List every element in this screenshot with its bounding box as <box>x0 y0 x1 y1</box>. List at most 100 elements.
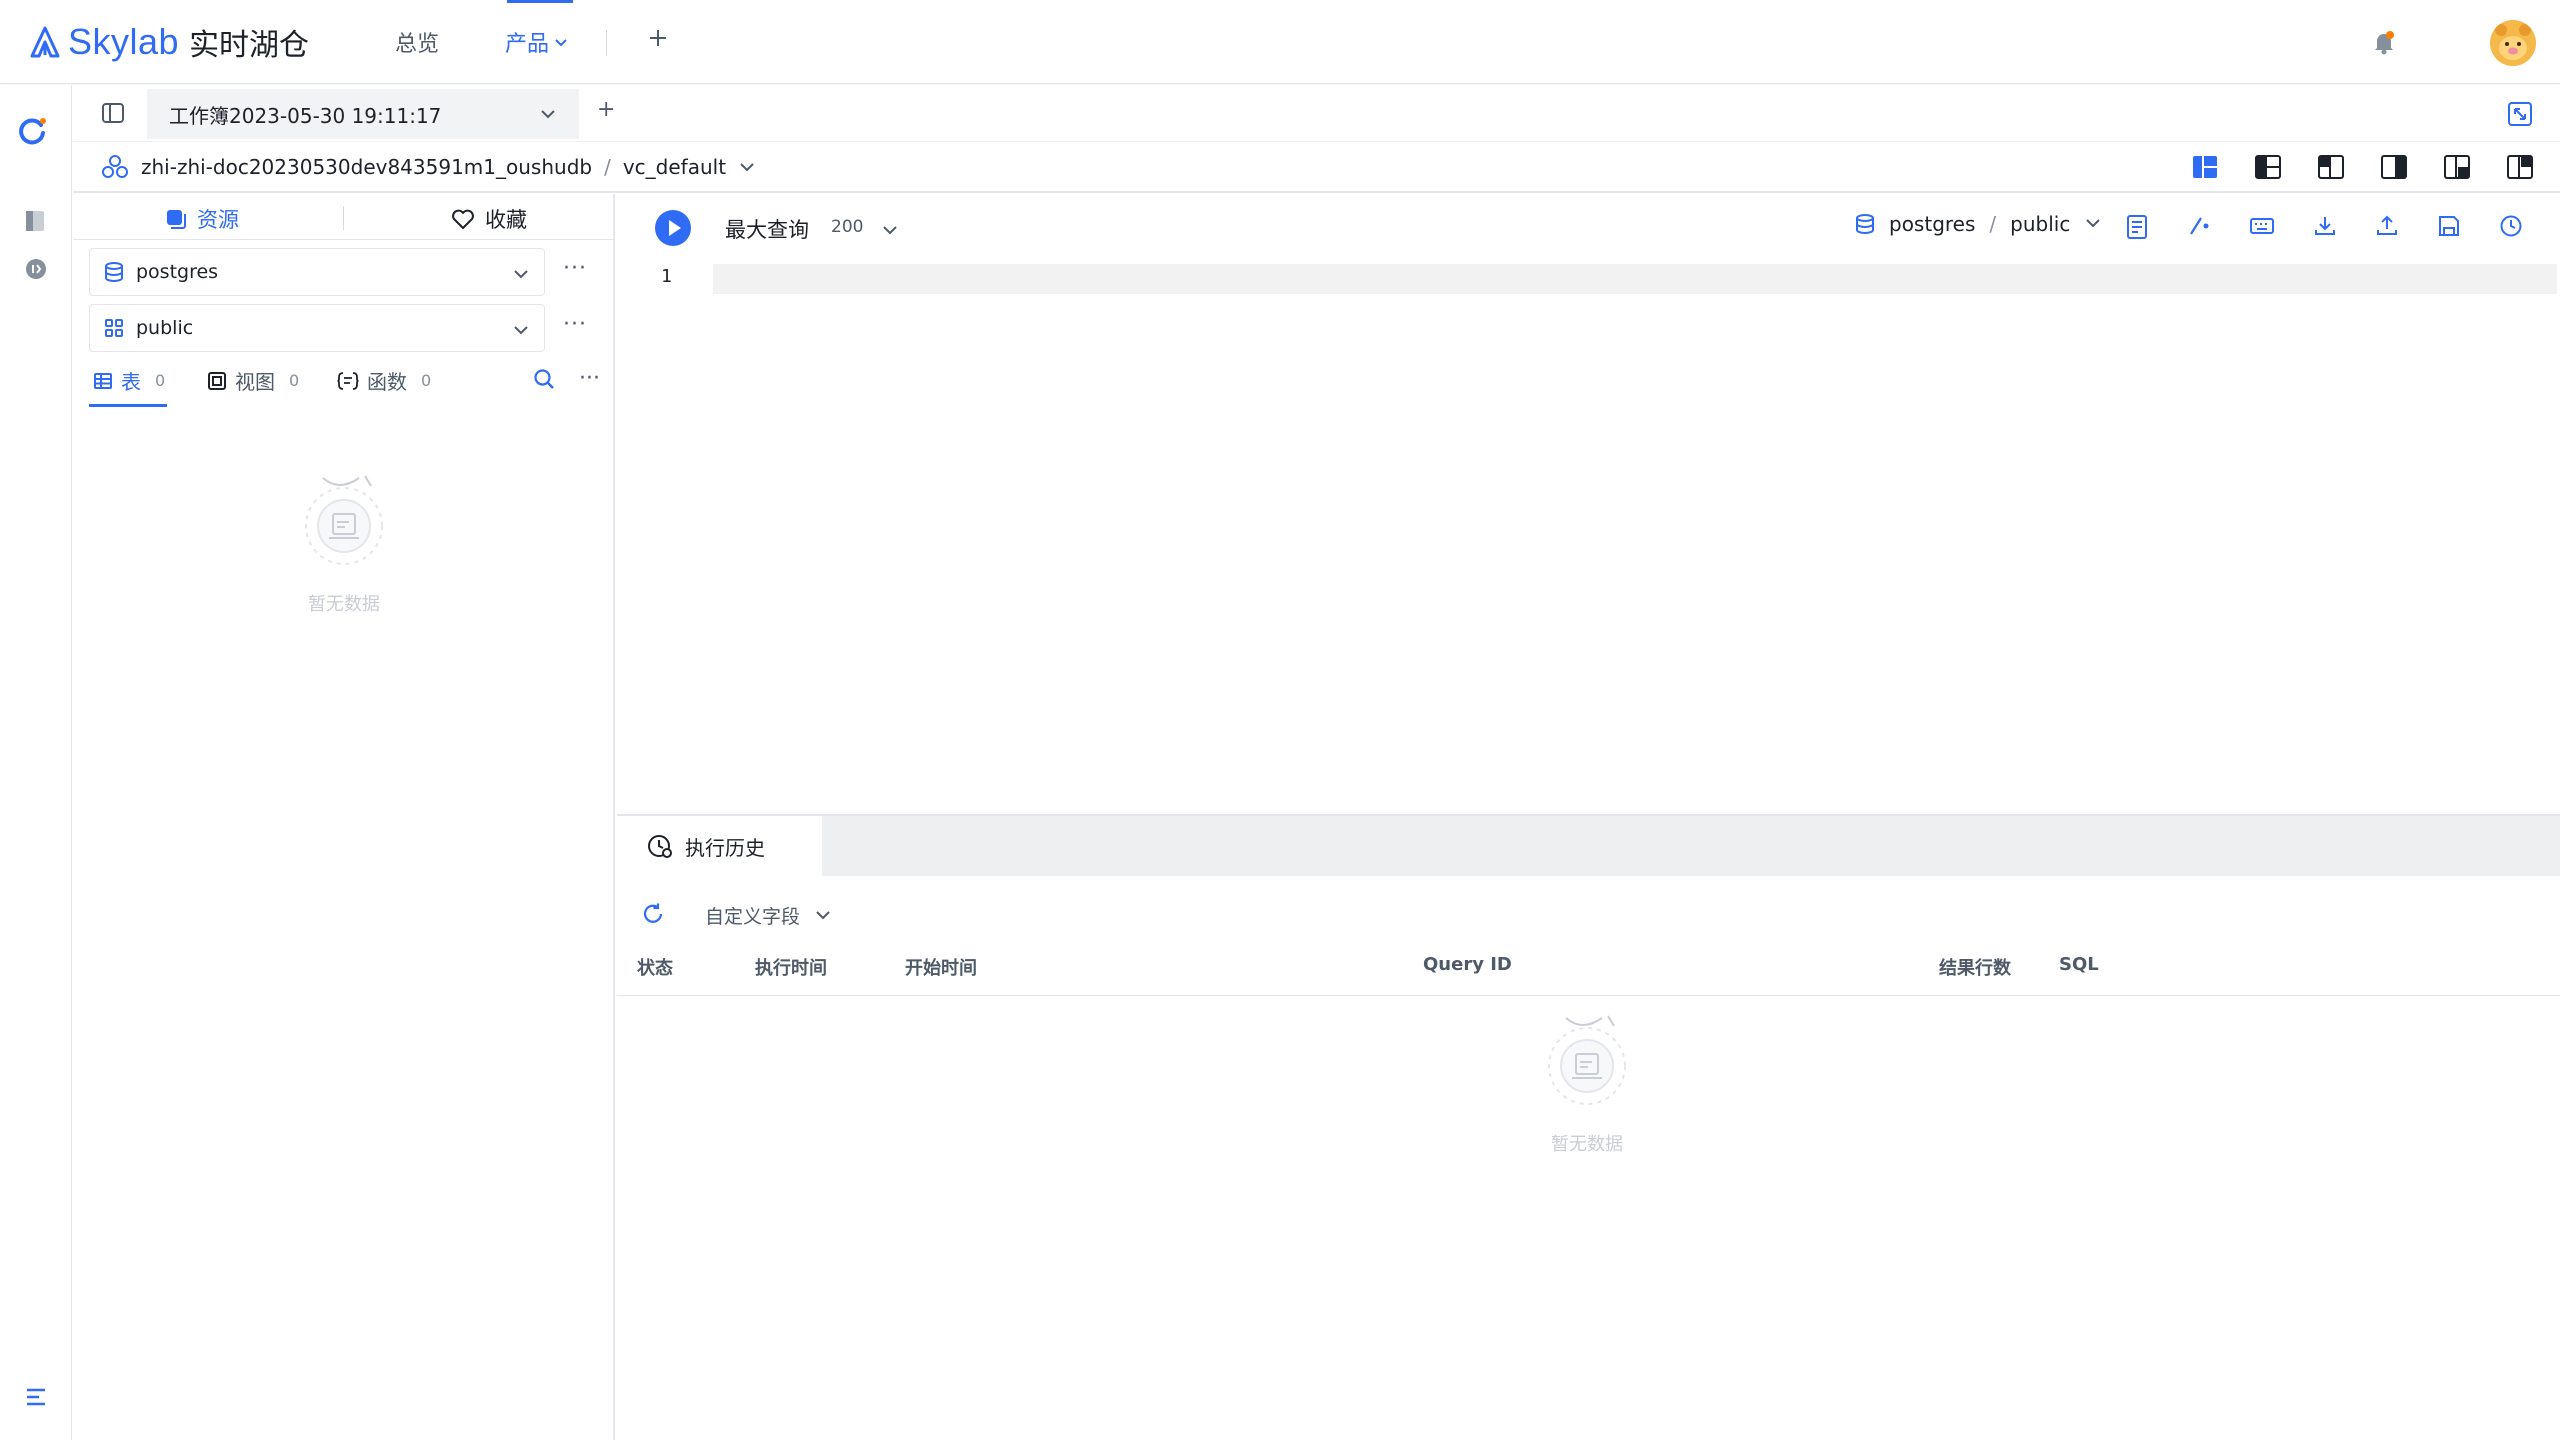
database-more-button[interactable]: ··· <box>563 256 587 281</box>
layout-2-icon[interactable] <box>2254 154 2282 180</box>
column-sql[interactable]: SQL <box>2059 954 2099 975</box>
layout-switcher <box>2191 154 2534 180</box>
history-badge-icon <box>26 259 46 279</box>
breadcrumb-separator: / <box>604 155 611 179</box>
resources-icon <box>167 210 186 229</box>
notification-button[interactable] <box>2370 28 2398 56</box>
expand-icon <box>2508 102 2532 126</box>
play-icon <box>669 220 681 236</box>
nav-products-label: 产品 <box>505 32 550 57</box>
nav-products[interactable]: 产品 <box>505 26 569 58</box>
tab-tables-count: 0 <box>155 371 166 390</box>
empty-box-icon <box>305 475 383 565</box>
workbook-tab-bar: 工作簿2023-05-30 19:11:17 + <box>73 85 2560 142</box>
run-query-button[interactable] <box>655 210 691 246</box>
tab-execution-history-label: 执行历史 <box>685 835 765 860</box>
database-select[interactable]: postgres <box>89 248 545 296</box>
tab-views[interactable]: 视图 0 <box>207 366 299 395</box>
layout-5-icon[interactable] <box>2443 154 2471 180</box>
clock-icon[interactable] <box>2499 214 2523 238</box>
workbook-tab[interactable]: 工作簿2023-05-30 19:11:17 <box>147 89 579 139</box>
max-query-dropdown[interactable] <box>881 222 899 240</box>
tab-tables[interactable]: 表 0 <box>93 366 165 395</box>
context-database: postgres <box>1889 212 1976 236</box>
heart-icon <box>452 209 474 229</box>
layout-6-icon[interactable] <box>2506 154 2534 180</box>
sql-editor-area: 最大查询 200 postgres / public 1 <box>617 194 2560 814</box>
context-schema: public <box>2010 212 2071 236</box>
chevron-down-icon <box>555 39 567 47</box>
brand-name: Skylab <box>68 21 180 62</box>
code-editor-line[interactable] <box>713 264 2557 294</box>
upload-icon[interactable] <box>2375 214 2399 238</box>
refresh-icon <box>643 903 663 923</box>
layout-3-icon[interactable] <box>2317 154 2345 180</box>
tab-divider <box>343 206 344 230</box>
tab-functions-label: 函数 <box>367 370 407 394</box>
breadcrumb-vc[interactable]: vc_default <box>623 155 726 179</box>
refresh-history-button[interactable] <box>641 902 665 926</box>
editor-context-selector[interactable]: postgres / public <box>1855 212 2102 236</box>
column-start-time[interactable]: 开始时间 <box>905 954 977 980</box>
rail-menu-button[interactable] <box>24 1385 48 1409</box>
max-query-value[interactable]: 200 <box>831 217 863 237</box>
tab-favorites[interactable]: 收藏 <box>451 204 527 234</box>
schema-more-button[interactable]: ··· <box>563 312 587 337</box>
custom-fields-label: 自定义字段 <box>705 906 801 928</box>
tab-resources[interactable]: 资源 <box>165 204 239 234</box>
context-separator: / <box>1989 212 1997 236</box>
history-empty-state: 暂无数据 <box>1522 996 1652 1156</box>
user-avatar[interactable] <box>2490 20 2536 66</box>
save-icon[interactable] <box>2437 214 2461 238</box>
comment-icon[interactable] <box>2187 214 2211 238</box>
chevron-down-icon[interactable] <box>539 105 557 123</box>
tab-tables-label: 表 <box>121 370 141 394</box>
app-logo[interactable]: Skylab 实时湖仓 <box>28 20 309 64</box>
schema-select[interactable]: public <box>89 304 545 352</box>
function-icon <box>337 371 359 390</box>
fullscreen-button[interactable] <box>2507 101 2533 127</box>
format-sql-icon[interactable] <box>2125 214 2149 240</box>
rail-workbook-button[interactable] <box>24 209 46 233</box>
column-result-rows[interactable]: 结果行数 <box>1939 954 2011 980</box>
add-nav-button[interactable] <box>646 26 670 50</box>
object-more-button[interactable]: ··· <box>579 366 600 391</box>
chevron-down-icon <box>514 326 528 335</box>
column-query-id[interactable]: Query ID <box>1423 954 1512 975</box>
bell-icon <box>2375 31 2394 55</box>
chevron-down-icon[interactable] <box>738 158 756 176</box>
object-type-tabs: 表 0 视图 0 函数 0 ··· <box>89 362 609 402</box>
custom-fields-dropdown[interactable]: 自定义字段 <box>705 902 832 929</box>
add-tab-button[interactable]: + <box>597 97 615 122</box>
download-icon[interactable] <box>2313 214 2337 238</box>
layout-1-icon[interactable] <box>2191 154 2219 180</box>
cluster-icon <box>102 155 128 178</box>
rail-home-button[interactable] <box>16 115 48 147</box>
tab-functions[interactable]: 函数 0 <box>337 366 431 395</box>
nav-overview[interactable]: 总览 <box>395 26 439 58</box>
history-table-header: 状态 执行时间 开始时间 Query ID 结果行数 SQL <box>617 934 2560 996</box>
breadcrumb-instance[interactable]: zhi-zhi-doc20230530dev843591m1_oushudb <box>141 155 592 179</box>
chevron-down-icon <box>2086 219 2101 228</box>
keyboard-icon[interactable] <box>2249 214 2275 238</box>
left-rail <box>0 85 72 1440</box>
tab-execution-history[interactable]: 执行历史 <box>617 816 822 876</box>
history-tab-bar: 执行历史 <box>617 816 2560 876</box>
brand-subtitle: 实时湖仓 <box>189 28 310 63</box>
schema-select-value: public <box>136 317 194 339</box>
top-header: Skylab 实时湖仓 总览 产品 <box>0 0 2560 84</box>
column-exec-time[interactable]: 执行时间 <box>755 954 827 980</box>
sidebar-toggle-icon <box>102 103 124 123</box>
tab-views-count: 0 <box>289 371 300 390</box>
layout-4-icon[interactable] <box>2380 154 2408 180</box>
table-icon <box>94 372 112 389</box>
rail-history-button[interactable] <box>24 257 48 281</box>
object-search-button[interactable] <box>533 368 555 390</box>
context-breadcrumb-bar: zhi-zhi-doc20230530dev843591m1_oushudb /… <box>73 142 2560 193</box>
column-status[interactable]: 状态 <box>637 954 673 980</box>
plus-icon <box>650 30 666 46</box>
toggle-sidebar-button[interactable] <box>101 101 125 125</box>
skylab-logo-icon <box>30 26 60 58</box>
resource-panel: 资源 收藏 postgres ··· public ··· 表 0 视图 0 函… <box>73 194 615 1440</box>
history-clock-icon <box>648 835 672 858</box>
